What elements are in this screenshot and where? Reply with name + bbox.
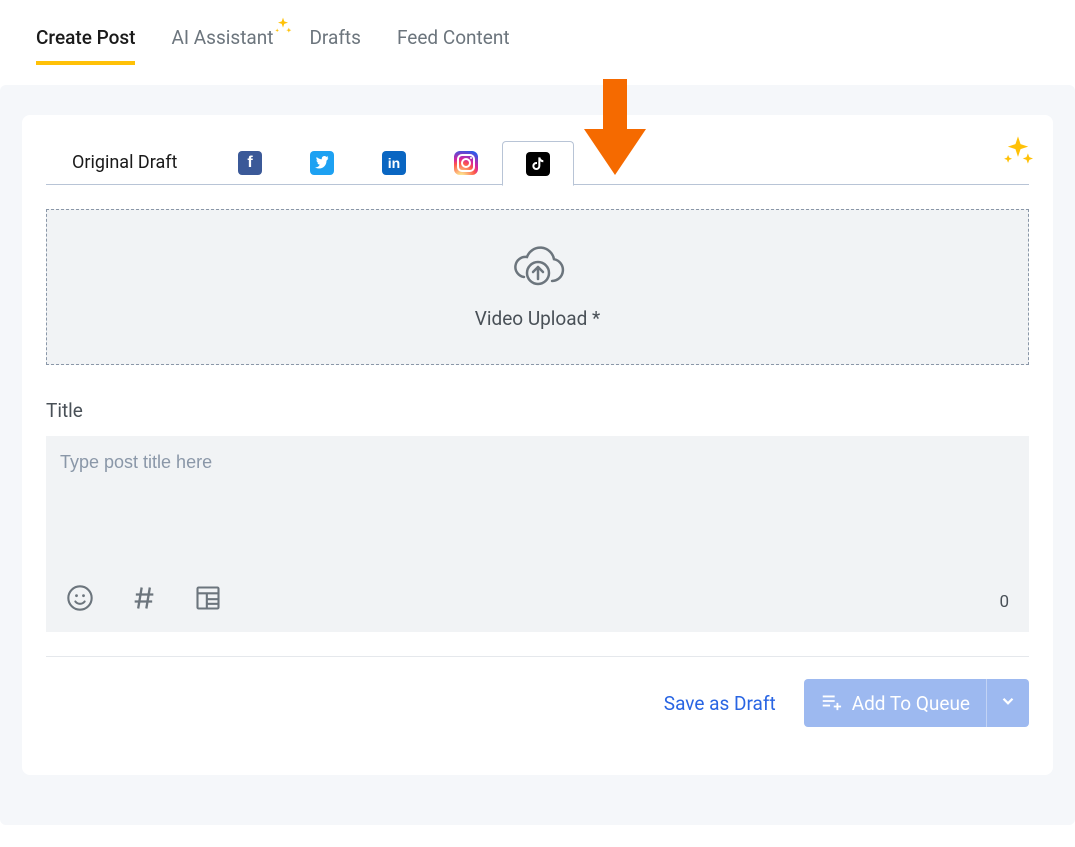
platform-tab-linkedin[interactable]: in	[358, 141, 430, 185]
platform-tab-instagram[interactable]	[430, 141, 502, 185]
platform-tab-facebook[interactable]: f	[214, 141, 286, 185]
chevron-down-icon	[999, 692, 1017, 714]
add-to-queue-button[interactable]: Add To Queue	[804, 679, 987, 727]
sparkle-icon	[273, 16, 293, 41]
platform-tab-label: Original Draft	[72, 152, 177, 173]
emoji-icon[interactable]	[66, 584, 94, 616]
linkedin-icon: in	[382, 151, 406, 175]
title-editor: 0	[46, 436, 1029, 632]
footer-actions: Save as Draft Add To Queue	[46, 679, 1029, 727]
platform-tab-tiktok[interactable]	[502, 141, 574, 186]
tab-label: Feed Content	[397, 26, 510, 49]
tab-drafts[interactable]: Drafts	[309, 26, 361, 61]
tab-ai-assistant[interactable]: AI Assistant	[171, 26, 273, 61]
video-upload-dropzone[interactable]: Video Upload *	[46, 209, 1029, 365]
tab-label: Drafts	[309, 26, 361, 49]
tab-label: Create Post	[36, 26, 135, 49]
add-to-queue-dropdown[interactable]	[987, 679, 1029, 727]
platform-tab-original-draft[interactable]: Original Draft	[46, 141, 214, 185]
divider	[46, 656, 1029, 657]
upload-label: Video Upload *	[475, 307, 600, 330]
twitter-icon	[310, 151, 334, 175]
tiktok-icon	[526, 152, 550, 176]
hashtag-icon[interactable]	[130, 584, 158, 616]
character-count: 0	[999, 592, 1009, 612]
template-icon[interactable]	[194, 584, 222, 616]
top-tabs: Create Post AI Assistant Drafts Feed Con…	[0, 0, 1075, 65]
title-label: Title	[46, 399, 1029, 422]
sparkle-icon[interactable]	[1001, 135, 1035, 173]
add-to-queue-label: Add To Queue	[852, 692, 970, 715]
tab-label: AI Assistant	[171, 26, 273, 49]
title-input[interactable]	[60, 452, 1015, 473]
save-draft-label: Save as Draft	[664, 692, 776, 715]
save-as-draft-link[interactable]: Save as Draft	[664, 692, 776, 715]
tab-create-post[interactable]: Create Post	[36, 26, 135, 65]
platform-tab-twitter[interactable]	[286, 141, 358, 185]
editor-toolbar	[66, 584, 222, 616]
add-to-queue-button-group: Add To Queue	[804, 679, 1029, 727]
instagram-icon	[454, 151, 478, 175]
tab-feed-content[interactable]: Feed Content	[397, 26, 510, 61]
arrow-down-annotation	[584, 79, 646, 183]
compose-card: Original Draft f in	[22, 115, 1053, 775]
cloud-upload-icon	[510, 245, 566, 293]
page-background: Original Draft f in	[0, 85, 1075, 825]
facebook-icon: f	[238, 151, 262, 175]
platform-tabs: Original Draft f in	[46, 141, 1029, 185]
playlist-add-icon	[820, 690, 842, 717]
